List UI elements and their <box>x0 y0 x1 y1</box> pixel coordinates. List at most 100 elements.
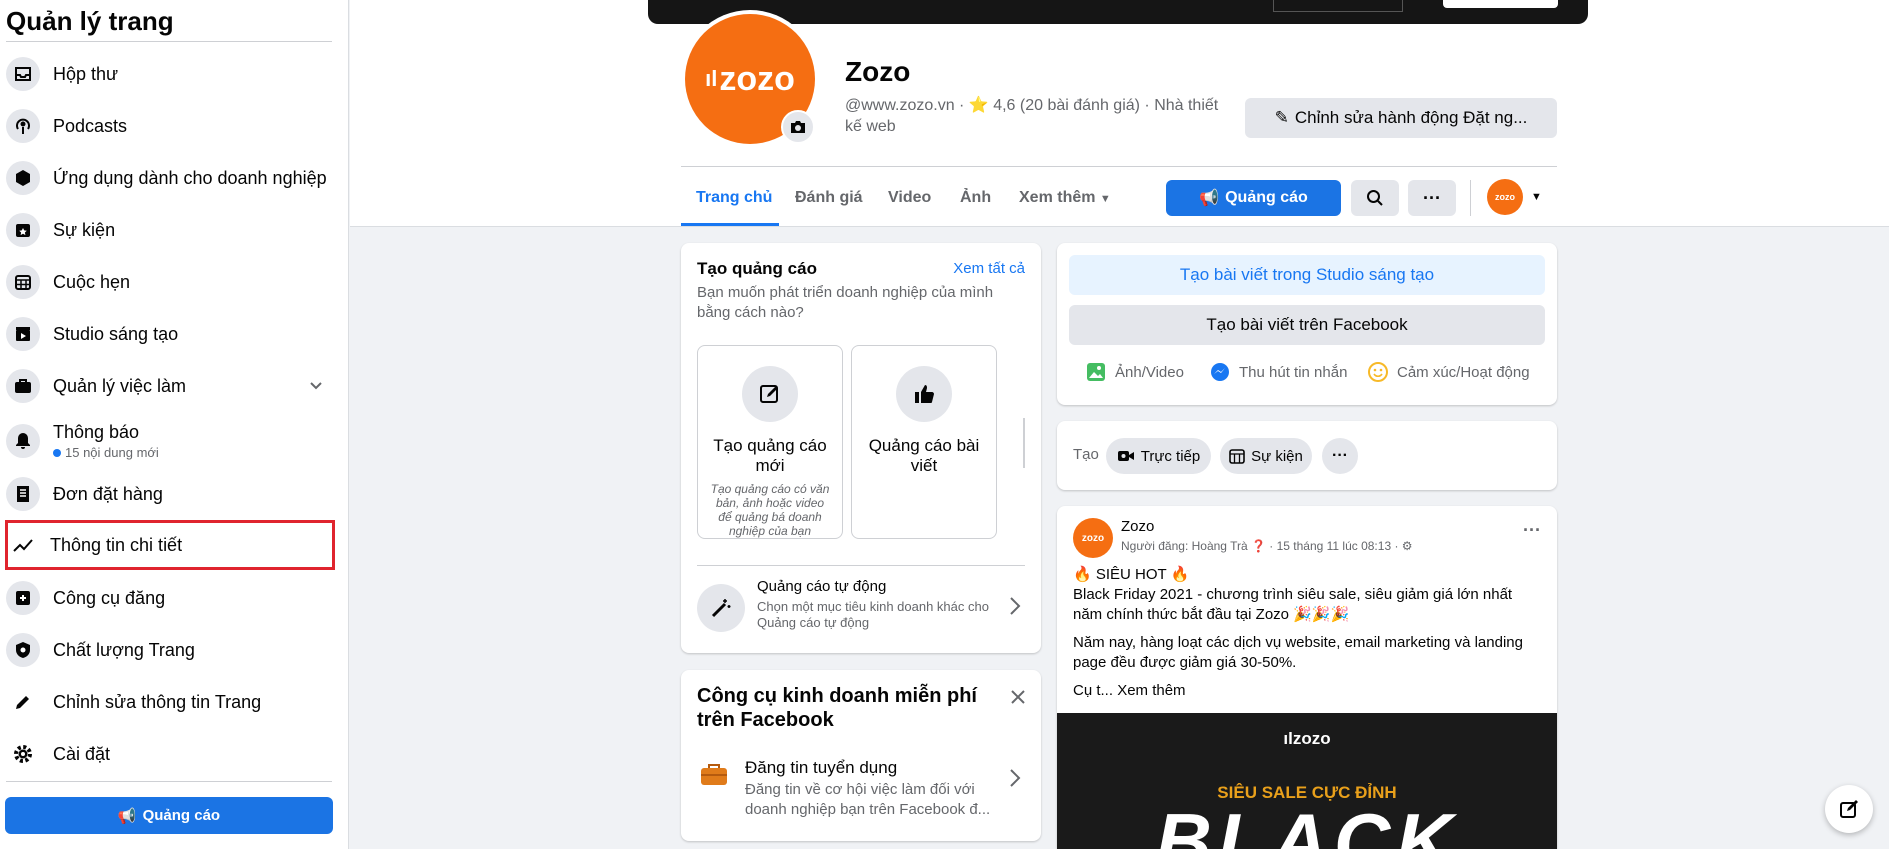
post-image-big-text: BLACK <box>1155 797 1459 849</box>
live-label: Trực tiếp <box>1140 447 1201 465</box>
more-options-button[interactable]: ··· <box>1408 180 1456 216</box>
auto-ads-desc: Chọn một mục tiêu kinh doanh khác cho Qu… <box>757 599 989 630</box>
sidebar-item-inbox[interactable]: Hộp thư <box>5 51 335 97</box>
event-button[interactable]: Sự kiện <box>1220 438 1312 474</box>
post-text-line1: 🔥 SIÊU HOT 🔥 <box>1073 566 1190 583</box>
boost-post-option[interactable]: Quảng cáo bài viết <box>851 345 997 539</box>
sidebar-item-page-quality[interactable]: Chất lượng Trang <box>5 627 335 673</box>
post-options-button[interactable]: ··· <box>1523 520 1541 541</box>
sidebar-item-label: Studio sáng tạo <box>53 323 179 344</box>
sidebar: Quản lý trang Hộp thư Podcasts Ứng dụng … <box>0 0 349 849</box>
scrollbar[interactable] <box>1023 418 1025 468</box>
divider <box>681 166 1557 167</box>
clapperboard-icon <box>6 317 40 351</box>
briefcase-icon <box>6 369 40 403</box>
composer-card: Tạo bài viết trong Studio sáng tạo Tạo b… <box>1057 243 1557 405</box>
more-create-button[interactable]: ··· <box>1322 438 1358 474</box>
tab-photos[interactable]: Ảnh <box>960 189 991 207</box>
chevron-right-icon <box>1009 596 1021 621</box>
sidebar-ad-button[interactable]: 📢 Quảng cáo <box>5 797 333 834</box>
bell-icon <box>6 424 40 458</box>
sidebar-item-publishing-tools[interactable]: Công cụ đăng <box>5 575 335 621</box>
more-icon: ··· <box>1423 187 1441 208</box>
sidebar-item-settings[interactable]: Cài đặt <box>5 731 335 777</box>
page-name: Zozo <box>845 56 911 87</box>
sidebar-item-creator-studio[interactable]: Studio sáng tạo <box>5 311 335 357</box>
cover-button[interactable] <box>1443 0 1558 8</box>
feeling-label: Cảm xúc/Hoạt động <box>1397 363 1530 381</box>
business-tools-title: Công cụ kinh doanh miễn phí trên Faceboo… <box>697 685 977 731</box>
sidebar-item-label: Chất lượng Trang <box>53 639 195 660</box>
shield-icon <box>6 633 40 667</box>
sidebar-item-business-apps[interactable]: Ứng dụng dành cho doanh nghiệp <box>5 155 335 201</box>
sidebar-item-jobs[interactable]: Quản lý việc làm <box>5 363 335 409</box>
tab-reviews[interactable]: Đánh giá <box>795 189 863 207</box>
calendar-star-icon <box>6 213 40 247</box>
header-ad-button[interactable]: 📢 Quảng cáo <box>1166 180 1341 216</box>
caret-down-icon: ▼ <box>1099 193 1111 205</box>
live-button[interactable]: Trực tiếp <box>1106 438 1211 474</box>
post-image[interactable]: ılzozo SIÊU SALE CỰC ĐỈNH BLACK <box>1057 713 1557 849</box>
see-more-link[interactable]: Xem thêm <box>1117 682 1185 699</box>
cover-photo <box>648 0 1588 24</box>
facebook-post-label: Tạo bài viết trên Facebook <box>1206 315 1408 334</box>
see-all-link[interactable]: Xem tất cả <box>953 260 1025 277</box>
sidebar-title: Quản lý trang <box>6 6 174 36</box>
pencil-icon: ✎ <box>1274 108 1289 127</box>
chevron-down-icon[interactable] <box>308 377 324 398</box>
job-post-row[interactable]: Đăng tin tuyển dụng Đăng tin về cơ hội v… <box>697 758 1025 822</box>
post-text-line2: Black Friday 2021 - chương trình siêu sa… <box>1073 586 1513 623</box>
profile-switcher[interactable]: zozo ▼ <box>1487 179 1542 215</box>
divider <box>697 565 1025 566</box>
sidebar-item-insights[interactable]: Thông tin chi tiết <box>5 520 335 570</box>
sidebar-item-podcasts[interactable]: Podcasts <box>5 103 335 149</box>
notification-count: 15 nội dung mới <box>53 445 159 460</box>
studio-post-button[interactable]: Tạo bài viết trong Studio sáng tạo <box>1069 255 1545 295</box>
sidebar-item-label: Cuộc hẹn <box>53 271 131 292</box>
cube-icon <box>6 161 40 195</box>
close-icon[interactable] <box>1011 690 1025 709</box>
avatar-logo-text: zozo <box>719 59 795 98</box>
tab-more[interactable]: Xem thêm ▼ <box>1019 189 1111 207</box>
sidebar-item-label: Chỉnh sửa thông tin Trang <box>53 691 262 712</box>
search-button[interactable] <box>1351 180 1399 216</box>
megaphone-icon: 📢 <box>117 807 137 825</box>
auto-ads-row[interactable]: Quảng cáo tự động Chọn một mục tiêu kinh… <box>697 578 1025 638</box>
notification-count-text: 15 nội dung mới <box>65 445 159 460</box>
live-video-icon <box>1117 451 1134 461</box>
photo-video-action[interactable]: Ảnh/Video <box>1085 361 1184 383</box>
compose-message-button[interactable] <box>1825 785 1873 833</box>
post-author-name[interactable]: Zozo <box>1121 518 1154 535</box>
sidebar-item-notifications[interactable]: Thông báo 15 nội dung mới <box>5 416 335 466</box>
more-icon: ··· <box>1523 520 1541 540</box>
post-text-line3: Năm nay, hàng loạt các dịch vụ website, … <box>1073 634 1523 671</box>
sidebar-item-orders[interactable]: Đơn đặt hàng <box>5 471 335 517</box>
sidebar-item-appointments[interactable]: Cuộc hẹn <box>5 259 335 305</box>
post-author-avatar[interactable]: zozo <box>1073 518 1113 558</box>
get-messages-label: Thu hút tin nhắn <box>1239 363 1348 381</box>
edit-action-button[interactable]: ✎ Chỉnh sửa hành động Đặt ng... <box>1245 98 1557 138</box>
sidebar-item-label: Sự kiện <box>53 219 116 240</box>
sidebar-item-label: Cài đặt <box>53 743 111 764</box>
sidebar-item-label: Thông báo <box>53 422 140 442</box>
feeling-action[interactable]: Cảm xúc/Hoạt động <box>1367 361 1530 383</box>
tab-home[interactable]: Trang chủ <box>696 189 772 207</box>
sidebar-item-label: Công cụ đăng <box>53 587 166 608</box>
new-ad-option[interactable]: Tạo quảng cáo mới Tạo quảng cáo có văn b… <box>697 345 843 539</box>
create-ad-desc: Bạn muốn phát triển doanh nghiệp của mìn… <box>697 284 994 321</box>
facebook-post-button[interactable]: Tạo bài viết trên Facebook <box>1069 305 1545 345</box>
new-ad-desc: Tạo quảng cáo có văn bản, ảnh hoặc video… <box>710 482 830 538</box>
search-icon <box>1367 190 1383 206</box>
smiley-icon <box>1368 362 1388 382</box>
create-row-card: Tạo Trực tiếp Sự kiện ··· <box>1057 421 1557 490</box>
get-messages-action[interactable]: Thu hút tin nhắn <box>1209 361 1347 383</box>
chevron-right-icon <box>1009 768 1021 793</box>
tab-video[interactable]: Video <box>888 189 931 207</box>
sidebar-item-events[interactable]: Sự kiện <box>5 207 335 253</box>
camera-icon[interactable] <box>781 110 815 144</box>
pencil-icon <box>6 685 40 719</box>
sidebar-item-label: Hộp thư <box>53 63 119 84</box>
edit-square-icon <box>742 366 798 422</box>
active-tab-indicator <box>681 223 779 226</box>
sidebar-item-edit-page-info[interactable]: Chỉnh sửa thông tin Trang <box>5 679 335 725</box>
